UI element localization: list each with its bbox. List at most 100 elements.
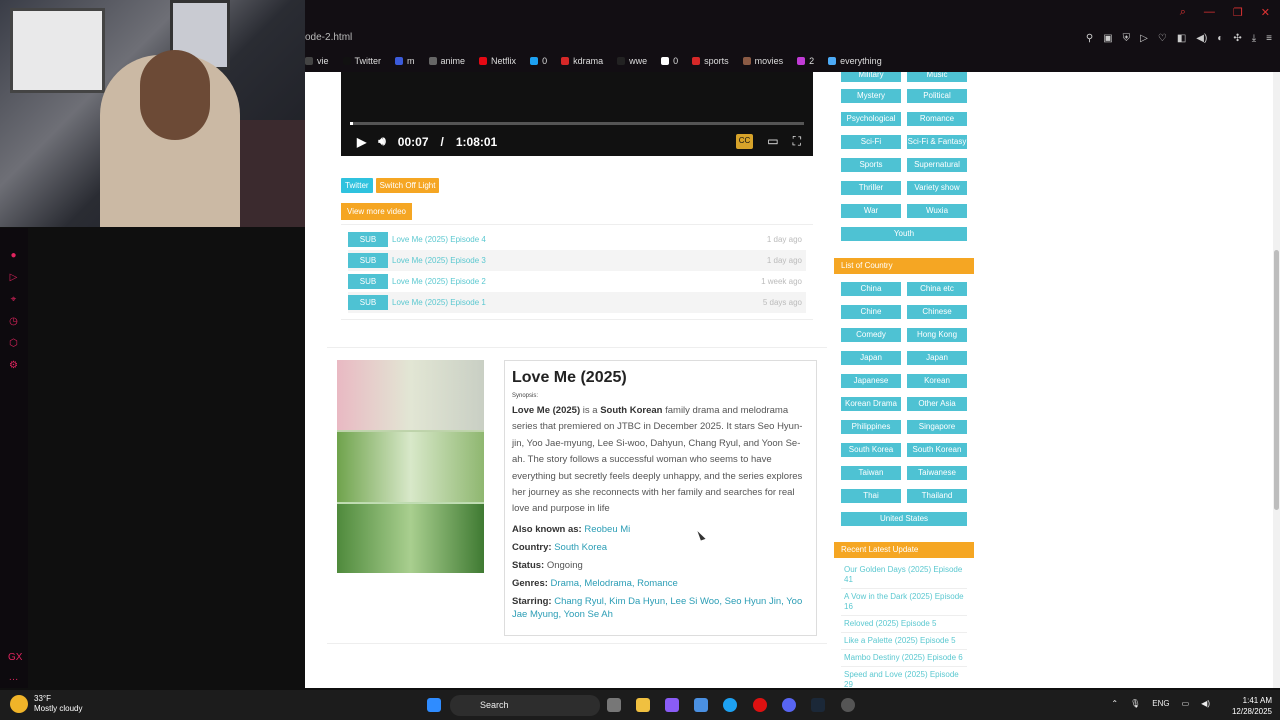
search-icon[interactable]: ⌕ — [1180, 6, 1186, 19]
genre-button[interactable]: Thriller — [841, 181, 901, 195]
country-button[interactable]: Japanese — [841, 374, 901, 388]
bookmark-item[interactable]: 0 — [661, 56, 678, 66]
twitter-button[interactable]: Twitter — [341, 178, 373, 193]
pin-icon[interactable]: ⌖ — [8, 294, 19, 305]
recent-update-item[interactable]: Like a Palette (2025) Episode 5 — [841, 633, 967, 650]
clock[interactable]: 1:41 AM 12/28/2025 — [1232, 695, 1272, 717]
volume-icon[interactable]: ◀) — [1196, 33, 1207, 44]
genre-button[interactable]: Wuxia — [907, 204, 967, 218]
tab-icon[interactable]: ▣ — [1103, 33, 1112, 44]
genre-button[interactable]: Psychological — [841, 112, 901, 126]
country-value[interactable]: South Korea — [554, 542, 607, 553]
start-icon[interactable] — [427, 698, 441, 712]
volume-icon[interactable]: 🔊︎ — [378, 134, 386, 149]
pip-icon[interactable]: ▭ — [767, 134, 778, 149]
captions-button[interactable]: CC — [735, 134, 754, 149]
episode-row[interactable]: SUB Love Me (2025) Episode 21 week ago — [348, 271, 806, 292]
genre-button[interactable]: War — [841, 204, 901, 218]
history-icon[interactable]: ◷ — [8, 316, 19, 327]
play-icon[interactable]: ▶ — [357, 135, 366, 149]
speaker-icon[interactable]: ◀) — [1201, 699, 1210, 708]
genre-button[interactable]: Youth — [841, 227, 967, 241]
country-button[interactable]: Comedy — [841, 328, 901, 342]
shield-icon[interactable]: ⛨ — [1123, 33, 1131, 44]
episode-title[interactable]: Love Me (2025) Episode 2 — [392, 277, 761, 286]
scrollbar-thumb[interactable] — [1274, 250, 1279, 510]
country-button[interactable]: Thailand — [907, 489, 967, 503]
view-more-button[interactable]: View more video — [341, 203, 412, 220]
fullscreen-icon[interactable]: ⛶ — [793, 134, 801, 149]
country-button[interactable]: Japan — [907, 351, 967, 365]
weather-widget[interactable]: 33°F Mostly cloudy — [10, 694, 82, 714]
genre-button[interactable]: Sci-Fi & Fantasy — [907, 135, 967, 149]
mic-icon[interactable]: 🎙︎ — [1130, 699, 1140, 708]
country-button[interactable]: Hong Kong — [907, 328, 967, 342]
country-button[interactable]: South Korea — [841, 443, 901, 457]
tab-title[interactable]: ode-2.html — [305, 32, 352, 43]
download-icon[interactable]: ⤓ — [1252, 33, 1256, 44]
country-button[interactable]: United States — [841, 512, 967, 526]
country-button[interactable]: China — [841, 282, 901, 296]
more-icon[interactable]: ≡ — [1266, 33, 1272, 44]
steam-icon[interactable] — [811, 698, 825, 712]
episode-title[interactable]: Love Me (2025) Episode 3 — [392, 256, 767, 265]
heart-icon[interactable]: ♡ — [1158, 33, 1167, 44]
genre-button[interactable]: Variety show — [907, 181, 967, 195]
bookmark-item[interactable]: 2 — [797, 56, 814, 66]
bookmark-item[interactable]: Netflix — [479, 56, 516, 66]
settings-icon[interactable]: ⚙ — [8, 360, 19, 371]
episode-title[interactable]: Love Me (2025) Episode 4 — [392, 235, 767, 244]
genre-button[interactable]: Music — [907, 72, 967, 82]
extension2-icon[interactable]: ◐ — [1217, 33, 1223, 44]
starring-value[interactable]: Chang Ryul, Kim Da Hyun, Lee Si Woo, Seo… — [512, 596, 802, 620]
switch-light-button[interactable]: Switch Off Light — [375, 178, 440, 193]
recent-update-item[interactable]: Reloved (2025) Episode 5 — [841, 616, 967, 633]
genre-button[interactable]: Mystery — [841, 89, 901, 103]
puzzle-icon[interactable]: ✣ — [1233, 33, 1241, 44]
file-explorer-icon[interactable] — [636, 698, 650, 712]
extension-icon[interactable]: ◧ — [1177, 33, 1186, 44]
progress-bar[interactable] — [350, 122, 804, 125]
genre-button[interactable]: Military — [841, 72, 901, 82]
country-button[interactable]: China etc — [907, 282, 967, 296]
country-button[interactable]: Japan — [841, 351, 901, 365]
country-button[interactable]: Other Asia — [907, 397, 967, 411]
country-button[interactable]: Chinese — [907, 305, 967, 319]
bookmark-item[interactable]: kdrama — [561, 56, 603, 66]
gx-icon[interactable]: GX — [8, 652, 22, 663]
opera-gx-icon[interactable] — [753, 698, 767, 712]
genre-button[interactable]: Sports — [841, 158, 901, 172]
taskbar-search[interactable]: Search — [450, 695, 600, 716]
country-button[interactable]: Korean — [907, 374, 967, 388]
genre-button[interactable]: Romance — [907, 112, 967, 126]
language-indicator[interactable]: ENG — [1152, 699, 1169, 708]
episode-row[interactable]: SUB Love Me (2025) Episode 15 days ago — [348, 292, 806, 313]
episode-row[interactable]: SUB Love Me (2025) Episode 31 day ago — [348, 250, 806, 271]
bookmark-item[interactable]: m — [395, 56, 415, 66]
maximize-icon[interactable]: ❐ — [1233, 6, 1243, 19]
bookmark-item[interactable]: anime — [428, 56, 465, 66]
play-icon[interactable]: ▷ — [8, 272, 19, 283]
play-icon[interactable]: ▷ — [1140, 33, 1148, 44]
genres-value[interactable]: Drama, Melodrama, Romance — [551, 578, 678, 589]
copilot-icon[interactable] — [665, 698, 679, 712]
chevron-up-icon[interactable]: ⌃ — [1111, 699, 1118, 708]
store-icon[interactable] — [694, 698, 708, 712]
minimize-icon[interactable]: — — [1204, 6, 1215, 19]
genre-button[interactable]: Supernatural — [907, 158, 967, 172]
more-icon[interactable]: … — [8, 672, 19, 683]
bookmark-item[interactable]: wwe — [617, 56, 647, 66]
bookmark-item[interactable]: vie — [305, 56, 329, 66]
genre-button[interactable]: Sci-Fi — [841, 135, 901, 149]
recent-update-item[interactable]: Our Golden Days (2025) Episode 41 — [841, 562, 967, 589]
discord-icon[interactable] — [782, 698, 796, 712]
country-button[interactable]: South Korean — [907, 443, 967, 457]
box-icon[interactable]: ⬡ — [8, 338, 19, 349]
country-button[interactable]: Philippines — [841, 420, 901, 434]
bookmark-item[interactable]: sports — [692, 56, 729, 66]
recent-update-item[interactable]: Speed and Love (2025) Episode 29 — [841, 667, 967, 688]
episode-row[interactable]: SUB Love Me (2025) Episode 41 day ago — [348, 229, 806, 250]
country-button[interactable]: Chine — [841, 305, 901, 319]
close-icon[interactable]: ✕ — [1261, 6, 1270, 19]
app-icon[interactable] — [841, 698, 855, 712]
